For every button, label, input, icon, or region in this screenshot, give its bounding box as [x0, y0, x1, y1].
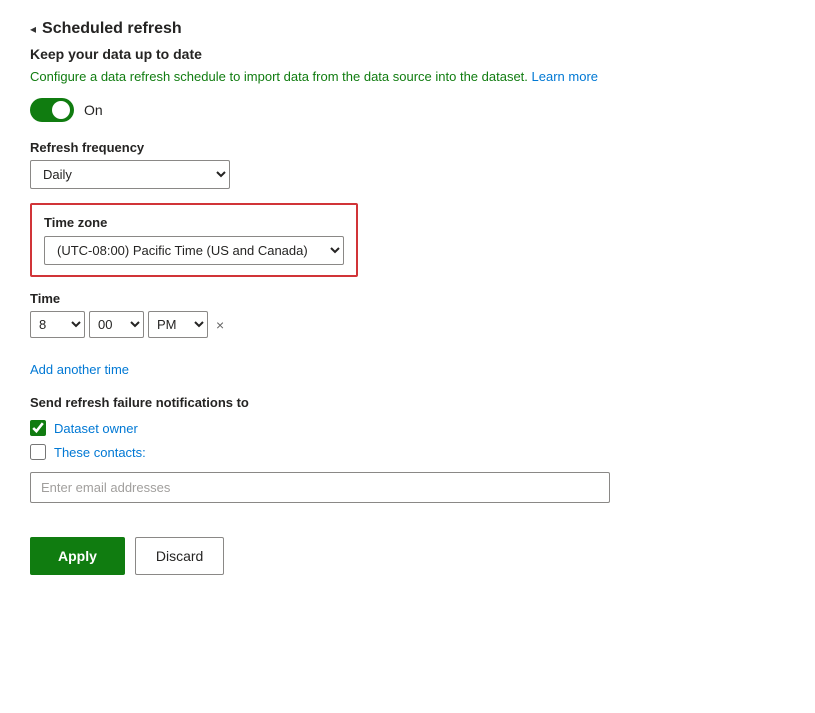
- email-input[interactable]: [30, 472, 610, 503]
- refresh-frequency-group: Refresh frequency Daily Weekly: [30, 140, 785, 189]
- learn-more-link[interactable]: Learn more: [532, 69, 598, 84]
- timezone-group: Time zone (UTC-08:00) Pacific Time (US a…: [30, 203, 785, 277]
- time-remove-button[interactable]: ×: [216, 317, 224, 333]
- dataset-owner-row: Dataset owner: [30, 420, 785, 436]
- toggle-row: On: [30, 98, 785, 122]
- timezone-select[interactable]: (UTC-08:00) Pacific Time (US and Canada)…: [44, 236, 344, 265]
- refresh-toggle[interactable]: [30, 98, 74, 122]
- time-ampm-select[interactable]: AMPM: [148, 311, 208, 338]
- these-contacts-checkbox[interactable]: [30, 444, 46, 460]
- discard-button[interactable]: Discard: [135, 537, 224, 575]
- section-header: ◂ Scheduled refresh: [30, 20, 785, 38]
- action-buttons: Apply Discard: [30, 537, 785, 575]
- subtitle: Keep your data up to date: [30, 46, 785, 62]
- notifications-label: Send refresh failure notifications to: [30, 395, 785, 410]
- timezone-label: Time zone: [44, 215, 344, 230]
- time-label: Time: [30, 291, 785, 306]
- apply-button[interactable]: Apply: [30, 537, 125, 575]
- these-contacts-row: These contacts:: [30, 444, 785, 460]
- time-row: 1234 5678 9101112 00153045 AMPM ×: [30, 311, 785, 338]
- toggle-label: On: [84, 102, 103, 118]
- description-text: Configure a data refresh schedule to imp…: [30, 68, 785, 86]
- add-another-time-link[interactable]: Add another time: [30, 362, 129, 377]
- time-hour-select[interactable]: 1234 5678 9101112: [30, 311, 85, 338]
- timezone-box: Time zone (UTC-08:00) Pacific Time (US a…: [30, 203, 358, 277]
- dataset-owner-checkbox[interactable]: [30, 420, 46, 436]
- chevron-icon: ◂: [30, 22, 36, 36]
- dataset-owner-label[interactable]: Dataset owner: [54, 421, 138, 436]
- page-title: Scheduled refresh: [42, 20, 182, 38]
- these-contacts-label[interactable]: These contacts:: [54, 445, 146, 460]
- notifications-group: Send refresh failure notifications to Da…: [30, 395, 785, 523]
- time-group: Time 1234 5678 9101112 00153045 AMPM ×: [30, 291, 785, 338]
- refresh-frequency-label: Refresh frequency: [30, 140, 785, 155]
- time-minute-select[interactable]: 00153045: [89, 311, 144, 338]
- refresh-frequency-select[interactable]: Daily Weekly: [30, 160, 230, 189]
